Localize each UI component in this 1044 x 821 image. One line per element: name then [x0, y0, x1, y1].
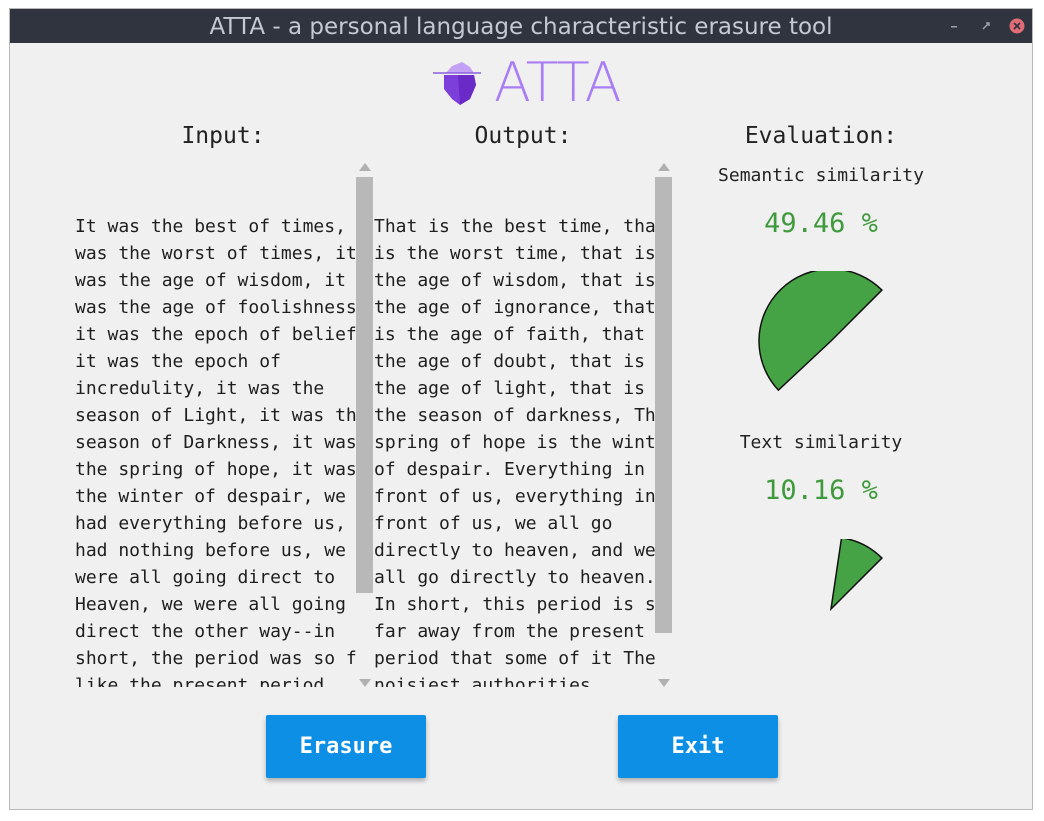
text-line: it was the epoch of belief,	[75, 324, 357, 345]
text-line: of despair. Everything in	[374, 459, 645, 480]
text-line: spring of hope is the winter	[374, 432, 656, 453]
text-line: were all going direct to	[75, 567, 336, 588]
exit-button[interactable]: Exit	[618, 715, 778, 778]
output-scrollbar[interactable]	[655, 161, 672, 687]
text-line: the age of wisdom, that is	[374, 270, 656, 291]
minimize-button[interactable]	[946, 18, 962, 34]
text-line: the age of doubt, that is	[374, 351, 645, 372]
text-line: it was the epoch of	[75, 351, 281, 372]
minimize-icon	[951, 26, 957, 28]
text-line: short, the period was so far	[75, 648, 357, 669]
atta-logo: ATTA	[430, 55, 630, 111]
text-line: had nothing before us, we	[75, 540, 346, 561]
close-icon	[1009, 18, 1025, 34]
text-line: was the age of foolishness,	[75, 297, 357, 318]
text-line: That is the best time, that	[374, 216, 656, 237]
text-line: directly to heaven, and we	[374, 540, 656, 561]
logo-text: ATTA	[494, 51, 622, 114]
text-line: like the present period,	[75, 675, 336, 687]
title-bar: ATTA - a personal language characteristi…	[10, 9, 1032, 43]
evaluation-heading: Evaluation:	[744, 123, 898, 149]
scroll-down-arrow-icon[interactable]	[359, 679, 371, 687]
output-heading: Output:	[474, 123, 572, 149]
text-similarity-gauge	[829, 539, 883, 612]
scroll-up-arrow-icon[interactable]	[359, 163, 371, 171]
input-text: It was the best of times, it was the wors…	[75, 213, 357, 687]
semantic-similarity-gauge	[758, 271, 883, 391]
text-line: the spring of hope, it was	[75, 459, 357, 480]
text-line: the age of light, that is	[374, 378, 645, 399]
input-scrollbar[interactable]	[356, 161, 373, 687]
iceberg-icon	[433, 62, 481, 105]
text-line: far away from the present	[374, 621, 645, 642]
text-line: season of Darkness, it was	[75, 432, 357, 453]
window-title: ATTA - a personal language characteristi…	[209, 14, 833, 40]
text-line: period that some of it The	[374, 648, 656, 669]
output-scroll-thumb[interactable]	[655, 177, 672, 633]
input-heading: Input:	[181, 123, 265, 149]
text-line: season of Light, it was the	[75, 405, 357, 426]
text-line: all go directly to heaven.	[374, 567, 656, 588]
text-line: It was the best of times, it	[75, 216, 357, 237]
input-scroll-thumb[interactable]	[356, 177, 373, 593]
app-window: ATTA - a personal language characteristi…	[9, 8, 1033, 810]
text-line: the age of ignorance, that	[374, 297, 656, 318]
text-line: is the worst time, that is	[374, 243, 656, 264]
text-similarity-wedge	[829, 539, 883, 612]
text-line: direct the other way--in	[75, 621, 336, 642]
text-line: incredulity, it was the	[75, 378, 325, 399]
text-line: had everything before us, we	[75, 513, 357, 534]
text-similarity-label: Text similarity	[739, 432, 903, 453]
semantic-similarity-value: 49.46 %	[764, 208, 878, 239]
text-line: noisiest authorities	[374, 675, 591, 687]
text-line: was the age of wisdom, it	[75, 270, 346, 291]
maximize-button[interactable]	[978, 18, 994, 34]
output-text-area[interactable]: That is the best time, that is the worst …	[374, 159, 656, 687]
text-line: front of us, we all go	[374, 513, 613, 534]
text-line: is the age of faith, that is	[374, 324, 656, 345]
text-line: the winter of despair, we	[75, 486, 346, 507]
text-line: was the worst of times, it	[75, 243, 357, 264]
input-text-area[interactable]: It was the best of times, it was the wors…	[75, 159, 357, 687]
text-line: In short, this period is so	[374, 594, 656, 615]
text-similarity-value: 10.16 %	[764, 475, 878, 506]
semantic-similarity-wedge	[758, 271, 883, 391]
text-line: front of us, everything in	[374, 486, 656, 507]
close-button[interactable]	[1009, 18, 1025, 34]
scroll-up-arrow-icon[interactable]	[658, 163, 670, 171]
maximize-icon	[982, 22, 990, 30]
scroll-down-arrow-icon[interactable]	[658, 679, 670, 687]
text-line: Heaven, we were all going	[75, 594, 346, 615]
erasure-button[interactable]: Erasure	[266, 715, 426, 778]
output-text: That is the best time, that is the worst …	[374, 213, 656, 687]
semantic-similarity-label: Semantic similarity	[718, 165, 924, 186]
text-line: the season of darkness, The	[374, 405, 656, 426]
